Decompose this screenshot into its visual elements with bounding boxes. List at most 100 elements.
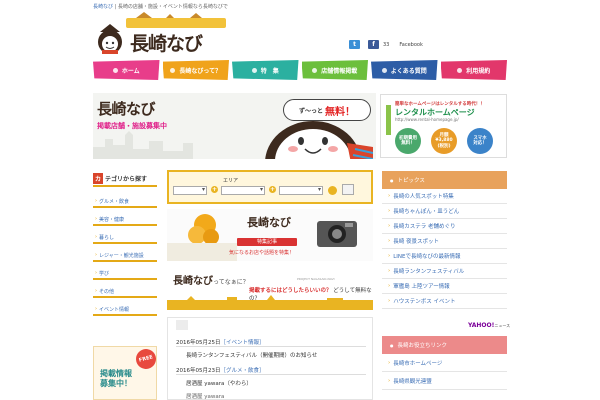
bubble-prefix: ず〜っと (298, 107, 323, 115)
yahoo-news-logo[interactable]: YAHOO!ニュース (468, 322, 510, 329)
topic-item[interactable]: › 長崎ちゃんぽん・皿うどん (382, 204, 507, 219)
facebook-icon[interactable]: f (368, 40, 379, 49)
topic-item[interactable]: › LINEで長崎なびの最新情報 (382, 249, 507, 264)
category-heading-mark: カ (93, 172, 104, 184)
top-links: 長崎なび | 長崎の店舗・施設・イベント情報なら長崎なびで (93, 3, 228, 10)
social-buttons: t f 33 Facebook (349, 40, 423, 49)
facebook-share-count: 33 (383, 41, 390, 48)
news-title[interactable]: 長崎ランタンフェスティバル（開催期間）のお知らせ (186, 353, 317, 359)
nav-item[interactable]: 長崎なびって？ (162, 60, 229, 80)
recruit-line-2: 募集中！ (100, 379, 132, 388)
nav-item[interactable]: よくある質問 (371, 60, 438, 80)
nav-dot-icon (457, 67, 463, 73)
category-label: イベント情報 (99, 306, 130, 313)
ad-feature-badge: 初期費用 無料！ (395, 128, 421, 154)
topic-item[interactable]: › 長崎 夜景スポット (382, 234, 507, 249)
news-category[interactable]: ［イベント情報］ (221, 340, 265, 346)
plus-icon: + (211, 186, 218, 193)
chevron-right-icon: › (95, 252, 97, 258)
yahoo-news-suffix: ニュース (494, 323, 511, 328)
nav-dot-icon (381, 67, 387, 73)
area-select[interactable] (221, 186, 265, 195)
ad-feature-badge: スマホ 対応！ (467, 128, 493, 154)
news-category[interactable]: ［グルメ・飲食］ (221, 368, 265, 374)
chevron-right-icon: › (95, 288, 97, 294)
search-button[interactable] (342, 184, 354, 195)
feature-banner[interactable]: 長崎なび 特集記事 気になるお店や話題を特集！ (167, 209, 373, 261)
topic-item[interactable]: › 長崎の人気スポット特集 (382, 189, 507, 204)
useful-link-item[interactable]: › 長崎市ホームページ (382, 354, 507, 372)
chevron-right-icon: › (95, 216, 97, 222)
nav-item[interactable]: 店舗情報掲載 (301, 60, 368, 80)
category-label: 美容・健康 (99, 216, 125, 223)
nav-item[interactable]: ホーム (93, 60, 160, 80)
ad-url: http://www.rental-homepage.jp/ (395, 117, 459, 122)
topic-label: 長崎 夜景スポット (393, 239, 439, 245)
news-tab[interactable] (176, 320, 188, 330)
category-label: 学び (99, 270, 110, 277)
chevron-right-icon: › (388, 298, 391, 304)
news-title[interactable]: 居酒屋 yawara (186, 394, 224, 400)
facebook-label[interactable]: Facebook (399, 42, 423, 48)
keyword-select[interactable] (279, 186, 323, 195)
ad-accent-bar (386, 105, 391, 135)
useful-links-panel: 長崎お役立ちリンク ›長崎市ホームページ›長崎県観光連盟 (382, 336, 507, 390)
chevron-right-icon: › (388, 253, 391, 259)
site-logo[interactable]: 長崎なび (92, 12, 230, 56)
category-item[interactable]: › 学び (93, 268, 157, 280)
home-text-link[interactable]: 長崎なび (93, 4, 113, 10)
category-label: 暮らし (99, 234, 115, 241)
category-item[interactable]: › グルメ・飲食 (93, 196, 157, 208)
category-item[interactable]: › 美容・健康 (93, 214, 157, 226)
news-item[interactable]: 長崎ランタンフェスティバル（開催期間）のお知らせ (176, 351, 317, 359)
nav-item-label: 店舗情報掲載 (321, 67, 358, 75)
topic-label: 長崎カステラ 老舗めぐり (393, 224, 456, 230)
feature-banner-label: 特集記事 (237, 238, 297, 246)
nav-item[interactable]: 特 集 (232, 60, 299, 80)
arrow-circle-icon (328, 186, 337, 195)
hero-banner[interactable]: 長崎なび 掲載店舗・施設募集中 ず〜っと 無料！ (93, 93, 376, 159)
about-title-main: 長崎なび (173, 276, 213, 287)
recruit-text: 掲載情報 募集中！ (100, 369, 132, 389)
news-list: 2016年05月25日［イベント情報］ 長崎ランタンフェスティバル（開催期間）の… (167, 317, 373, 400)
about-banner[interactable]: 長崎なびってなぁに？ PROJECT NAGASAKI-NAVI 掲載するにはど… (167, 268, 373, 310)
about-project-label: PROJECT NAGASAKI-NAVI (297, 277, 335, 281)
news-item[interactable]: 居酒屋 yawara（やわら） (176, 379, 252, 387)
recruit-line-1: 掲載情報 (100, 369, 132, 378)
nav-dot-icon (312, 67, 318, 73)
topic-item[interactable]: › 軍艦島 上陸ツアー情報 (382, 279, 507, 294)
about-skyline (167, 295, 373, 306)
news-item[interactable]: 居酒屋 yawara (176, 392, 224, 400)
chevron-right-icon: › (388, 238, 391, 244)
main-nav: ホーム 長崎なびって？ 特 集 店舗情報掲載 よくある質問 利用規約 (93, 60, 507, 80)
topic-label: 長崎ランタンフェスティバル (393, 269, 465, 275)
area-label: エリア (223, 178, 239, 184)
nav-item-label: 長崎なびって？ (179, 67, 222, 75)
nav-dot-icon (112, 67, 118, 73)
news-title[interactable]: 居酒屋 yawara（やわら） (186, 381, 252, 387)
rental-homepage-ad[interactable]: 簡単なホームページはレンタルする時代！！ レンタルホームページ http://w… (380, 94, 507, 158)
topic-label: LINEで長崎なびの最新情報 (393, 254, 461, 260)
chevron-right-icon: › (388, 359, 391, 366)
about-title-suffix: ってなぁに？ (213, 279, 249, 286)
category-select[interactable] (173, 186, 207, 195)
nav-item[interactable]: 利用規約 (440, 60, 507, 80)
category-item[interactable]: › イベント情報 (93, 304, 157, 316)
category-item[interactable]: › 暮らし (93, 232, 157, 244)
category-label: その他 (99, 288, 115, 295)
category-item[interactable]: › その他 (93, 286, 157, 298)
category-heading-text: テゴリから探す (105, 175, 148, 183)
topic-item[interactable]: › 長崎ランタンフェスティバル (382, 264, 507, 279)
topic-item[interactable]: › 長崎カステラ 老舗めぐり (382, 219, 507, 234)
feature-logo: 長崎なび (247, 216, 291, 229)
twitter-icon[interactable]: t (349, 40, 360, 49)
news-date-row: 2016年05月23日［グルメ・飲食］ (176, 366, 366, 375)
useful-link-item[interactable]: › 長崎県観光連盟 (382, 372, 507, 390)
chevron-right-icon: › (95, 270, 97, 276)
category-item[interactable]: › レジャー・観光施設 (93, 250, 157, 262)
topic-item[interactable]: › ハウステンボス イベント (382, 294, 507, 309)
useful-link-label: 長崎県観光連盟 (393, 378, 432, 385)
about-title: 長崎なびってなぁに？ (173, 272, 249, 287)
nav-item-label: ホーム (121, 67, 140, 75)
listing-recruit-banner[interactable]: FREE 掲載情報 募集中！ (93, 346, 159, 400)
